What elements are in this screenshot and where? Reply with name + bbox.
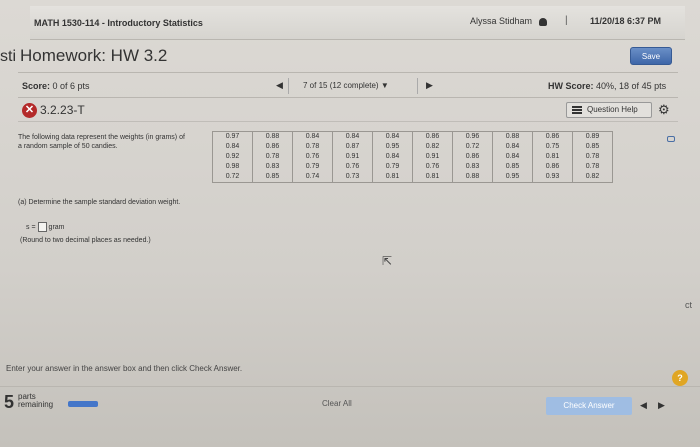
table-column: 0.86 0.82 0.91 0.76 0.81 xyxy=(412,131,453,183)
problem-prompt: The following data represent the weights… xyxy=(18,134,185,150)
save-button[interactable]: Save xyxy=(630,47,672,65)
mouse-cursor-icon: ⇱ xyxy=(382,254,393,268)
incorrect-x-icon: ✕ xyxy=(22,103,37,118)
footer-bar: 5 parts remaining Clear All Check Answer… xyxy=(0,386,700,426)
parts-remaining-count: 5 xyxy=(4,392,15,412)
score-label: Score: xyxy=(22,81,51,91)
parts-progress-bar xyxy=(68,401,98,407)
check-answer-button[interactable]: Check Answer xyxy=(546,397,632,415)
title-fragment: sti xyxy=(0,48,16,65)
candy-weights-table: 0.97 0.84 0.92 0.98 0.72 0.88 0.86 0.78 0.83 0.8… xyxy=(212,131,613,183)
score-bar: Score: 0 of 6 pts ◀ 7 of 15 (12 complete… xyxy=(18,72,678,98)
instruction-text: Enter your answer in the answer box and … xyxy=(6,364,243,373)
copy-data-icon[interactable] xyxy=(667,136,675,142)
part-a-question: (a) Determine the sample standard deviat… xyxy=(18,199,181,206)
score: Score: 0 of 6 pts xyxy=(22,81,90,91)
date-time: 11/20/18 6:37 PM xyxy=(590,16,662,26)
table-column: 0.84 0.78 0.76 0.79 0.74 xyxy=(292,131,333,183)
mylab-screen: MATH 1530-114 - Introductory Statistics … xyxy=(0,0,700,447)
table-column: 0.84 0.95 0.84 0.79 0.81 xyxy=(372,131,413,183)
score-value: 0 of 6 pts xyxy=(52,81,90,91)
user-name: Alyssa Stidham xyxy=(470,16,533,26)
next-question-arrow[interactable]: ▶ xyxy=(426,80,433,91)
side-fragment: ct xyxy=(685,300,693,310)
help-icon[interactable]: ? xyxy=(672,370,688,386)
question-header: ✕ 3.2.23-T Question Help ⚙ xyxy=(18,100,678,122)
next-arrow-icon[interactable]: ▶ xyxy=(658,400,665,411)
course-title: MATH 1530-114 - Introductory Statistics xyxy=(34,18,203,28)
clear-all-button[interactable]: Clear All xyxy=(322,399,352,408)
table-column: 0.96 0.72 0.86 0.83 0.88 xyxy=(452,131,493,183)
question-id: 3.2.23-T xyxy=(40,103,85,117)
table-column: 0.97 0.84 0.92 0.98 0.72 xyxy=(212,131,253,183)
header-divider: | xyxy=(565,15,568,26)
table-column: 0.89 0.85 0.78 0.78 0.82 xyxy=(572,131,613,183)
table-column: 0.84 0.87 0.91 0.76 0.73 xyxy=(332,131,373,183)
question-navigator-dropdown[interactable]: 7 of 15 (12 complete) ▼ xyxy=(288,78,418,94)
question-help-button[interactable]: Question Help xyxy=(566,102,652,118)
table-column: 0.88 0.84 0.84 0.85 0.95 xyxy=(492,131,533,183)
page-title: Homework: HW 3.2 xyxy=(20,46,168,65)
top-header: MATH 1530-114 - Introductory Statistics … xyxy=(30,6,685,40)
list-icon xyxy=(572,106,582,114)
answer-prefix: s = xyxy=(26,223,36,231)
answer-line: s = gram xyxy=(26,222,65,232)
previous-question-arrow[interactable]: ◀ xyxy=(276,80,283,91)
table-row: 0.97 0.84 0.92 0.98 0.72 0.88 0.86 0.78 0.83 0.8… xyxy=(212,131,613,183)
hw-score-value: 40%, 18 of 45 pts xyxy=(596,81,667,91)
gear-icon[interactable]: ⚙ xyxy=(658,102,670,118)
answer-unit: gram xyxy=(48,223,65,231)
answer-input[interactable] xyxy=(37,222,47,232)
question-help-label: Question Help xyxy=(587,105,638,114)
hw-score: HW Score: 40%, 18 of 45 pts xyxy=(548,81,666,91)
hw-score-label: HW Score: xyxy=(548,81,594,91)
previous-arrow-icon[interactable]: ◀ xyxy=(640,400,647,411)
round-note: (Round to two decimal places as needed.) xyxy=(20,237,151,244)
table-column: 0.88 0.86 0.78 0.83 0.85 xyxy=(252,131,293,183)
parts-remaining-label: parts remaining xyxy=(18,392,54,409)
user-icon xyxy=(538,17,547,26)
user-menu[interactable]: Alyssa Stidham xyxy=(470,16,547,26)
table-column: 0.86 0.75 0.81 0.86 0.93 xyxy=(532,131,573,183)
